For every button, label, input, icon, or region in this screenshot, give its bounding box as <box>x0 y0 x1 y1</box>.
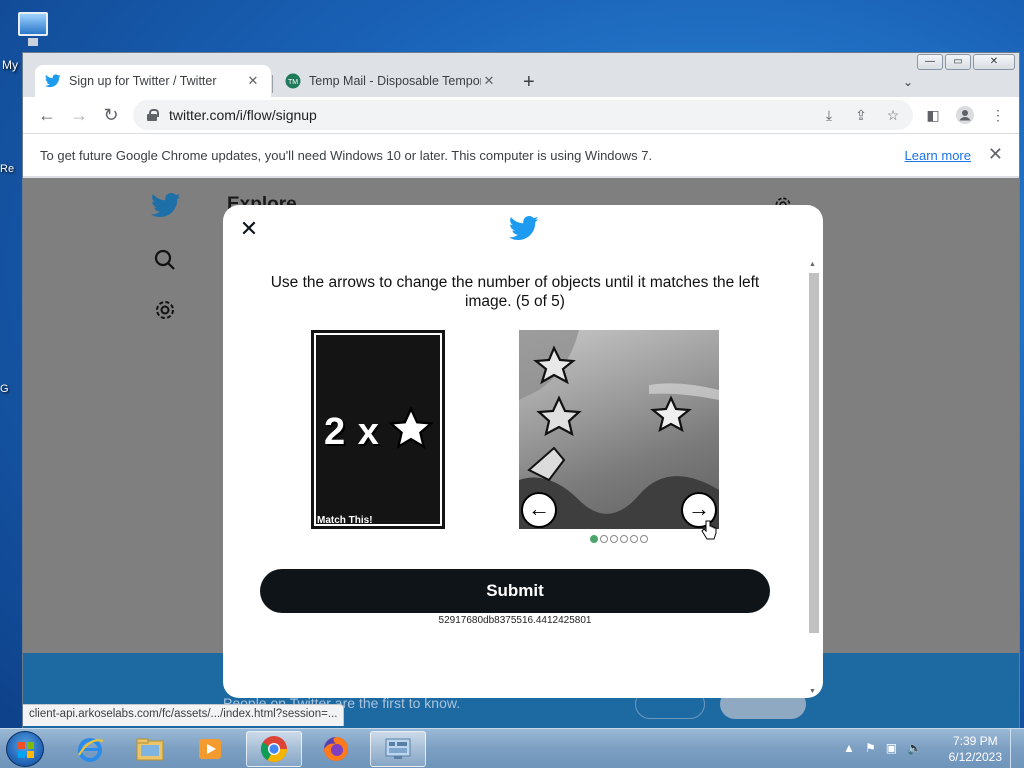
session-id: 52917680db8375516.4412425801 <box>438 615 592 626</box>
tab-twitter-signup[interactable]: Sign up for Twitter / Twitter ✕ <box>35 65 271 97</box>
close-tab-icon[interactable]: ✕ <box>481 73 497 89</box>
reload-icon[interactable]: ↻ <box>99 103 123 127</box>
tab-title: Temp Mail - Disposable Tempora <box>309 74 481 88</box>
bookmark-star-icon[interactable]: ☆ <box>884 106 902 124</box>
progress-dot <box>640 535 648 543</box>
chrome-icon[interactable] <box>246 731 302 767</box>
desktop-icon-label: My <box>2 58 18 72</box>
twitter-logo-icon[interactable] <box>150 193 181 223</box>
new-tab-button[interactable]: + <box>523 71 535 94</box>
tab-search-icon[interactable]: ⌄ <box>903 75 913 89</box>
network-icon[interactable]: ▣ <box>886 741 897 755</box>
star-icon <box>536 395 582 437</box>
address-bar[interactable]: twitter.com/i/flow/signup <box>133 100 913 130</box>
star-icon <box>650 395 692 433</box>
infobar-close-icon[interactable]: ✕ <box>988 144 1003 165</box>
profile-icon[interactable] <box>956 106 974 124</box>
close-tab-icon[interactable]: ✕ <box>245 73 261 89</box>
side-panel-icon[interactable]: ◧ <box>924 106 942 124</box>
browser-toolbar: ← → ↻ twitter.com/i/flow/signup ⤓ ⇪ ☆ ◧ … <box>23 97 1019 133</box>
tab-title: Sign up for Twitter / Twitter <box>69 74 217 88</box>
taskbar: ▲ ⚑ ▣ 🔈 7:39 PM 6/12/2023 <box>0 728 1024 768</box>
puzzle-image: ← → <box>519 330 719 529</box>
windows-logo-icon <box>18 742 34 758</box>
chrome-window: — ▭ ✕ Sign up for Twitter / Twitter ✕ TM… <box>22 52 1020 728</box>
volume-muted-icon[interactable]: 🔈 <box>907 741 922 755</box>
media-player-icon[interactable] <box>182 731 238 767</box>
tab-temp-mail[interactable]: TM Temp Mail - Disposable Tempora ✕ <box>275 65 507 97</box>
twitter-page: Explore People on Twitter are the first … <box>23 178 1019 728</box>
tab-strip: Sign up for Twitter / Twitter ✕ TM Temp … <box>23 61 1019 97</box>
progress-dot <box>600 535 608 543</box>
close-icon[interactable]: ✕ <box>239 218 259 240</box>
url-text: twitter.com/i/flow/signup <box>169 107 317 123</box>
share-icon[interactable]: ⇪ <box>852 106 870 124</box>
internet-explorer-icon[interactable] <box>62 731 118 767</box>
progress-dot <box>630 535 638 543</box>
lock-icon <box>147 109 159 121</box>
menu-kebab-icon[interactable]: ⋮ <box>989 106 1007 124</box>
submit-button[interactable]: Submit <box>260 569 770 613</box>
start-button[interactable] <box>6 731 44 767</box>
star-icon <box>388 407 434 449</box>
modal-scrollbar[interactable]: ▲ ▼ <box>807 259 821 695</box>
progress-dot <box>610 535 618 543</box>
scroll-up-icon[interactable]: ▲ <box>809 261 816 268</box>
update-infobar: To get future Google Chrome updates, you… <box>23 133 1019 177</box>
progress-dots <box>590 535 648 543</box>
infobar-message: To get future Google Chrome updates, you… <box>40 148 653 163</box>
desktop-edge-label: Re <box>0 163 15 175</box>
scroll-down-icon[interactable]: ▼ <box>809 688 816 695</box>
learn-more-link[interactable]: Learn more <box>905 148 971 163</box>
tempmail-icon: TM <box>285 73 301 89</box>
clock-time: 7:39 PM <box>952 734 998 748</box>
previous-arrow-button[interactable]: ← <box>521 492 557 528</box>
clock-date: 6/12/2023 <box>948 750 1002 764</box>
search-icon[interactable] <box>153 248 177 277</box>
back-icon[interactable]: ← <box>35 103 59 127</box>
target-image: 2 x Match This! <box>311 330 445 529</box>
system-clock[interactable]: 7:39 PM 6/12/2023 <box>949 733 1002 765</box>
status-bar-url: client-api.arkoselabs.com/fc/assets/.../… <box>23 704 345 726</box>
partial-object-icon <box>527 446 566 482</box>
forward-icon[interactable]: → <box>67 103 91 127</box>
captcha-modal: ✕ ▲ ▼ Use the arrows to change the numbe… <box>223 205 823 698</box>
progress-dot <box>620 535 628 543</box>
captcha-instructions: Use the arrows to change the number of o… <box>270 274 760 310</box>
system-tray: ▲ ⚑ ▣ 🔈 <box>843 741 922 755</box>
desktop-edge-label: G <box>0 383 9 395</box>
twitter-logo-icon <box>508 216 539 246</box>
action-center-flag-icon[interactable]: ⚑ <box>865 741 876 755</box>
control-panel-icon[interactable] <box>370 731 426 767</box>
twitter-bird-icon <box>45 73 61 89</box>
hand-cursor-icon <box>701 520 717 547</box>
file-explorer-icon[interactable] <box>122 731 178 767</box>
settings-gear-icon[interactable] <box>153 298 177 327</box>
computer-icon[interactable] <box>14 8 50 54</box>
svg-text:TM: TM <box>288 79 298 86</box>
show-desktop-button[interactable] <box>1010 729 1024 768</box>
target-count-text: 2 x <box>324 411 380 453</box>
match-this-caption: Match This! <box>317 515 373 526</box>
show-hidden-icons-icon[interactable]: ▲ <box>843 741 855 755</box>
firefox-icon[interactable] <box>308 731 364 767</box>
scrollbar-thumb[interactable] <box>809 273 819 633</box>
progress-dot <box>590 535 598 543</box>
install-app-icon[interactable]: ⤓ <box>820 106 838 124</box>
tab-separator <box>272 75 273 93</box>
